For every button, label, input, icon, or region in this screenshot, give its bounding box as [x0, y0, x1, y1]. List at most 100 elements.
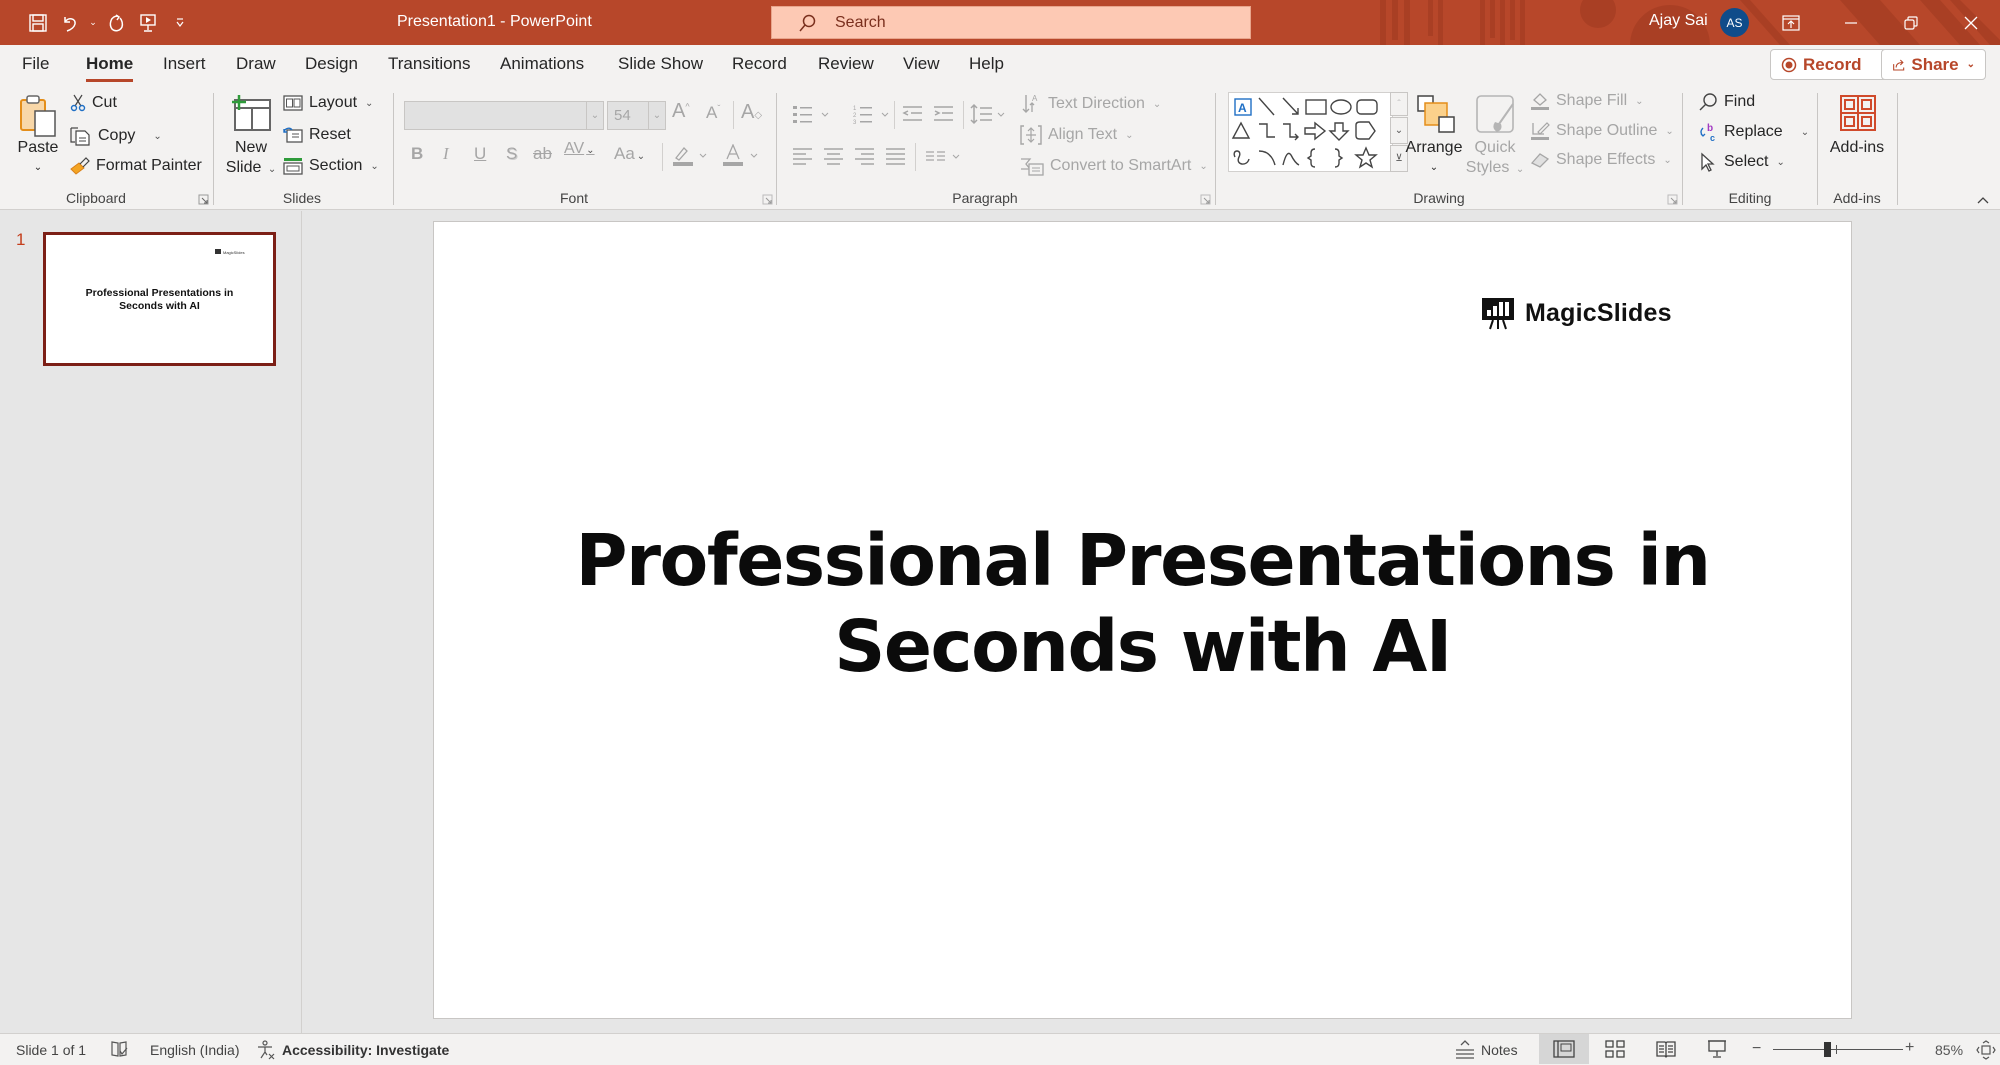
share-button[interactable]: Share ⌄	[1881, 49, 1986, 80]
slide-title[interactable]: Professional Presentations in Seconds wi…	[433, 518, 1852, 690]
customize-qat-button[interactable]	[164, 0, 196, 45]
tab-insert[interactable]: Insert	[163, 54, 206, 74]
shape-outline-button[interactable]: Shape Outline ⌄	[1530, 121, 1674, 141]
start-slideshow-button[interactable]	[132, 0, 164, 45]
copy-button[interactable]: Copy ⌄	[70, 126, 162, 146]
bullets-button[interactable]	[792, 103, 842, 127]
drawing-dialog-launcher-icon[interactable]	[1667, 194, 1678, 205]
select-button[interactable]: Select ⌄	[1698, 152, 1785, 172]
font-size-select[interactable]: 54 ⌄	[607, 101, 666, 130]
quick-styles-button[interactable]	[1475, 94, 1517, 136]
tab-record[interactable]: Record	[732, 54, 787, 74]
replace-button[interactable]: bc Replace ⌄	[1698, 122, 1809, 142]
arrange-button[interactable]	[1416, 94, 1456, 136]
increase-indent-button[interactable]	[933, 103, 955, 125]
tab-help[interactable]: Help	[969, 54, 1004, 74]
restore-button[interactable]	[1888, 0, 1934, 45]
increase-font-size-button[interactable]: A^	[672, 100, 690, 123]
slide-show-view-button[interactable]	[1692, 1034, 1742, 1064]
new-slide-button[interactable]	[230, 94, 272, 132]
font-name-dropdown-icon[interactable]: ⌄	[586, 102, 603, 129]
change-case-button[interactable]: Aa ⌄	[614, 144, 645, 164]
slide-sorter-view-button[interactable]	[1590, 1034, 1640, 1064]
line-spacing-button[interactable]	[970, 103, 1010, 127]
character-spacing-button[interactable]: AV ⌄	[564, 140, 595, 158]
cut-button[interactable]: Cut	[70, 94, 117, 112]
align-center-button[interactable]	[823, 146, 845, 166]
record-button[interactable]: Record	[1770, 49, 1890, 80]
font-name-select[interactable]: ⌄	[404, 101, 604, 130]
bold-button[interactable]: B	[411, 144, 423, 164]
font-color-button[interactable]	[723, 144, 763, 166]
tab-transitions[interactable]: Transitions	[388, 54, 471, 74]
paste-button[interactable]	[18, 94, 58, 138]
decrease-font-size-button[interactable]: Aˇ	[706, 103, 720, 123]
font-size-dropdown-icon[interactable]: ⌄	[648, 102, 665, 129]
magicslides-logo[interactable]: MagicSlides	[1481, 296, 1672, 330]
zoom-out-button[interactable]: −	[1752, 1040, 1761, 1058]
shape-fill-button[interactable]: Shape Fill ⌄	[1530, 91, 1644, 111]
search-input[interactable]: Search	[771, 6, 1251, 39]
shapes-gallery[interactable]: A	[1228, 92, 1393, 172]
strikethrough-button[interactable]: ab	[533, 144, 552, 164]
undo-button[interactable]	[54, 0, 86, 45]
align-text-button[interactable]: Align Text ⌄	[1020, 125, 1133, 145]
collapse-ribbon-icon[interactable]	[1976, 195, 1990, 205]
fit-to-window-icon[interactable]	[1976, 1040, 1996, 1060]
tab-slide-show[interactable]: Slide Show	[618, 54, 703, 74]
spelling-check-button[interactable]	[110, 1040, 128, 1058]
copy-dropdown-icon[interactable]: ⌄	[153, 131, 161, 142]
slide-thumbnail[interactable]: MagicSlides Professional Presentations i…	[43, 232, 276, 366]
redo-button[interactable]	[100, 0, 132, 45]
align-right-button[interactable]	[854, 146, 876, 166]
align-left-button[interactable]	[792, 146, 814, 166]
highlight-color-button[interactable]	[672, 144, 712, 166]
addins-button[interactable]	[1839, 94, 1877, 132]
language-indicator[interactable]: English (India)	[150, 1042, 240, 1058]
text-direction-button[interactable]: A Text Direction ⌄	[1022, 93, 1161, 115]
tab-view[interactable]: View	[903, 54, 940, 74]
ribbon-display-options-button[interactable]	[1768, 0, 1814, 45]
zoom-in-button[interactable]: +	[1905, 1039, 1914, 1057]
zoom-slider-thumb[interactable]	[1824, 1042, 1832, 1057]
underline-button[interactable]: U	[474, 144, 486, 164]
text-shadow-button[interactable]: S	[506, 144, 517, 164]
normal-view-button[interactable]	[1539, 1034, 1589, 1064]
columns-button[interactable]	[925, 148, 965, 166]
tab-animations[interactable]: Animations	[500, 54, 584, 74]
tab-home[interactable]: Home	[86, 54, 134, 82]
undo-dropdown[interactable]: ⌄	[86, 0, 100, 45]
minimize-button[interactable]	[1828, 0, 1874, 45]
tab-file[interactable]: File	[22, 54, 49, 74]
tab-draw[interactable]: Draw	[236, 54, 276, 74]
section-button[interactable]: Section ⌄	[283, 157, 379, 175]
tab-review[interactable]: Review	[818, 54, 874, 74]
justify-button[interactable]	[885, 146, 907, 166]
notes-button[interactable]: Notes	[1455, 1040, 1518, 1060]
convert-smartart-button[interactable]: Convert to SmartArt ⌄	[1020, 156, 1208, 176]
font-dialog-launcher-icon[interactable]	[762, 194, 773, 205]
share-dropdown-icon[interactable]: ⌄	[1967, 59, 1975, 70]
format-painter-button[interactable]: Format Painter	[70, 157, 202, 175]
new-slide-label-2[interactable]: Slide ⌄	[226, 157, 276, 180]
reset-button[interactable]: Reset	[283, 126, 351, 144]
shapes-scroll-up-button[interactable]: ˆ	[1390, 92, 1408, 116]
save-button[interactable]	[22, 0, 54, 45]
tab-design[interactable]: Design	[305, 54, 358, 74]
clipboard-dialog-launcher-icon[interactable]	[198, 194, 209, 205]
layout-button[interactable]: Layout ⌄	[283, 94, 373, 112]
decrease-indent-button[interactable]	[902, 103, 924, 125]
slide-counter[interactable]: Slide 1 of 1	[16, 1042, 86, 1058]
user-name[interactable]: Ajay Sai	[1649, 12, 1708, 30]
accessibility-checker-button[interactable]: Accessibility: Investigate	[256, 1040, 449, 1060]
paragraph-dialog-launcher-icon[interactable]	[1200, 194, 1211, 205]
find-button[interactable]: Find	[1698, 92, 1755, 112]
paste-dropdown-icon[interactable]: ⌄	[34, 157, 42, 178]
arrange-dropdown-icon[interactable]: ⌄	[1430, 157, 1438, 178]
zoom-slider[interactable]	[1773, 1049, 1903, 1050]
avatar[interactable]: AS	[1720, 8, 1749, 37]
shape-effects-button[interactable]: Shape Effects ⌄	[1530, 151, 1672, 169]
italic-button[interactable]: I	[443, 144, 449, 164]
reading-view-button[interactable]	[1641, 1034, 1691, 1064]
close-button[interactable]	[1948, 0, 1994, 45]
